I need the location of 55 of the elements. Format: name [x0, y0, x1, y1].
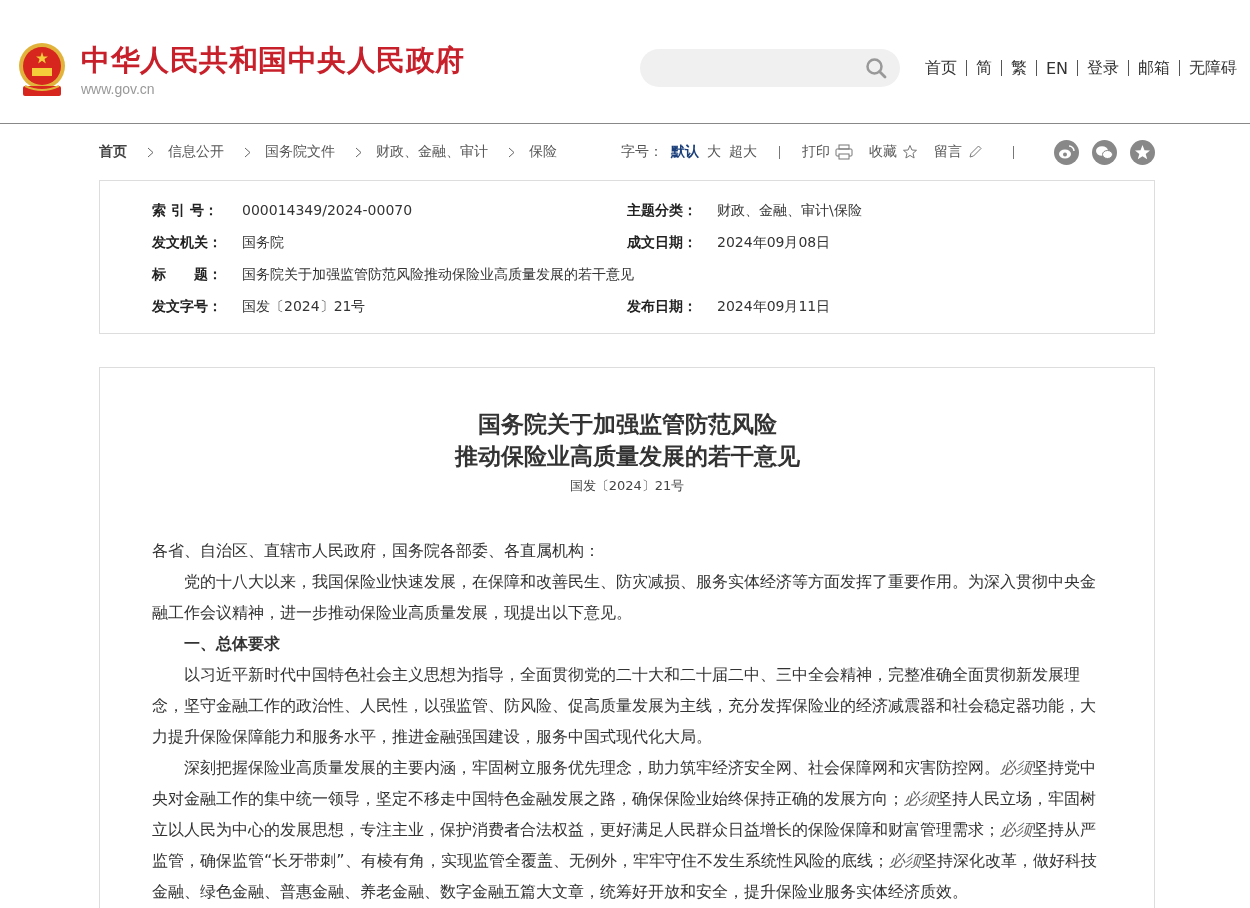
- nav-link[interactable]: 繁: [1001, 57, 1036, 79]
- info-value: 2024年09月08日: [717, 234, 831, 252]
- salutation: 各省、自治区、直辖市人民政府，国务院各部委、各直属机构：: [152, 540, 601, 562]
- info-label: 标 题：: [152, 266, 223, 284]
- search-icon[interactable]: [864, 57, 887, 79]
- wechat-share-icon[interactable]: [1092, 139, 1117, 165]
- star-icon[interactable]: [902, 144, 918, 160]
- favorite-share-icon[interactable]: [1130, 139, 1155, 165]
- info-value: 财政、金融、审计\保险: [717, 202, 862, 220]
- font-size-option[interactable]: 超大: [729, 143, 757, 161]
- document-number: 国发〔2024〕21号: [568, 477, 686, 495]
- body-paragraph: 以习近平新时代中国特色社会主义思想为指导，全面贯彻党的二十大和二十届二中、三中全会精神，完整准确全面贯彻新发展理念，坚守金融工作的政治性、人民性，以强监管、防风险、促高质量发展为主线，充分发挥保险业的经济减震器和社会稳定器功能，大力提升保险保障能力和服务水平，推进金融强国建设，服务中国式现代化大局。: [152, 664, 1097, 748]
- breadcrumb-link[interactable]: 国务院文件: [265, 143, 335, 161]
- info-value: 国务院: [242, 234, 284, 252]
- chevron-icon: [508, 146, 515, 158]
- article-title: 国务院关于加强监管防范风险: [477, 409, 777, 439]
- info-value: 000014349/2024-00070: [242, 202, 413, 220]
- info-value: 2024年09月11日: [717, 298, 831, 316]
- search-field[interactable]: [639, 49, 900, 87]
- breadcrumb-link[interactable]: 信息公开: [168, 143, 224, 161]
- info-label: 成文日期：: [627, 234, 698, 252]
- section-heading: 一、总体要求: [183, 633, 281, 655]
- info-label: 发文字号：: [152, 298, 223, 316]
- nav-link[interactable]: 首页: [915, 57, 966, 79]
- info-label: 索 引 号：: [152, 202, 219, 220]
- body-paragraph: 深刻把握保险业高质量发展的主要内涵，牢固树立服务优先理念，助力筑牢经济安全网、社会保障网和灾害防控网。必须坚持党中央对金融工作的集中统一领导，坚定不移走中国特色金融发展之路，确保保险业始终保持正确的发展方向；必须坚持人民立场，牢固树立以人民为中心的发展思想，专注主业，保护消费者合法权益，更好满足人民群众日益增长的保险保障和财富管理需求；必须坚持从严监管，确保监管“长牙带刺”、有棱有角，实现监管全覆盖、无例外，牢牢守住不发生系统性风险的底线；必须坚持深化改革，做好科技金融、绿色金融、普惠金融、养老金融、数字金融五篇大文章，统筹好开放和安全，提升保险业服务实体经济质效。: [152, 757, 1098, 903]
- chevron-icon: [147, 146, 154, 158]
- printer-icon[interactable]: [835, 144, 853, 160]
- font-size-label: 字号：: [621, 143, 663, 161]
- pencil-icon[interactable]: [967, 144, 983, 160]
- font-size-option[interactable]: 大: [707, 143, 721, 161]
- info-value: 国发〔2024〕21号: [242, 298, 366, 316]
- info-label: 主题分类：: [627, 202, 698, 220]
- national-emblem-icon[interactable]: [17, 42, 67, 98]
- breadcrumb-link[interactable]: 保险: [529, 143, 557, 161]
- nav-link[interactable]: 无障碍: [1180, 57, 1237, 79]
- nav-link[interactable]: 登录: [1078, 57, 1128, 79]
- weibo-share-icon[interactable]: [1054, 139, 1079, 165]
- info-label: 发布日期：: [627, 298, 698, 316]
- print-link[interactable]: 打印: [802, 143, 853, 161]
- site-name[interactable]: 中华人民共和国中央人民政府: [81, 43, 465, 77]
- comment-link[interactable]: 留言: [934, 143, 983, 161]
- info-label: 发文机关：: [152, 234, 223, 252]
- favorite-link[interactable]: 收藏: [869, 143, 918, 161]
- chevron-icon: [355, 146, 362, 158]
- nav-link[interactable]: 邮箱: [1129, 57, 1179, 79]
- info-value: 国务院关于加强监管防范风险推动保险业高质量发展的若干意见: [242, 266, 634, 284]
- article-title: 推动保险业高质量发展的若干意见: [454, 441, 800, 471]
- font-size-option[interactable]: 默认: [671, 143, 699, 161]
- nav-link[interactable]: 简: [966, 57, 1001, 79]
- body-paragraph: 党的十八大以来，我国保险业快速发展，在保障和改善民生、防灾减损、服务实体经济等方面发挥了重要作用。为深入贯彻中央金融工作会议精神，进一步推动保险业高质量发展，现提出以下意见。: [152, 571, 1097, 624]
- breadcrumb-link[interactable]: 首页: [99, 143, 127, 161]
- breadcrumb-link[interactable]: 财政、金融、审计: [376, 143, 488, 161]
- nav-link[interactable]: EN: [1036, 58, 1077, 78]
- chevron-icon: [244, 146, 251, 158]
